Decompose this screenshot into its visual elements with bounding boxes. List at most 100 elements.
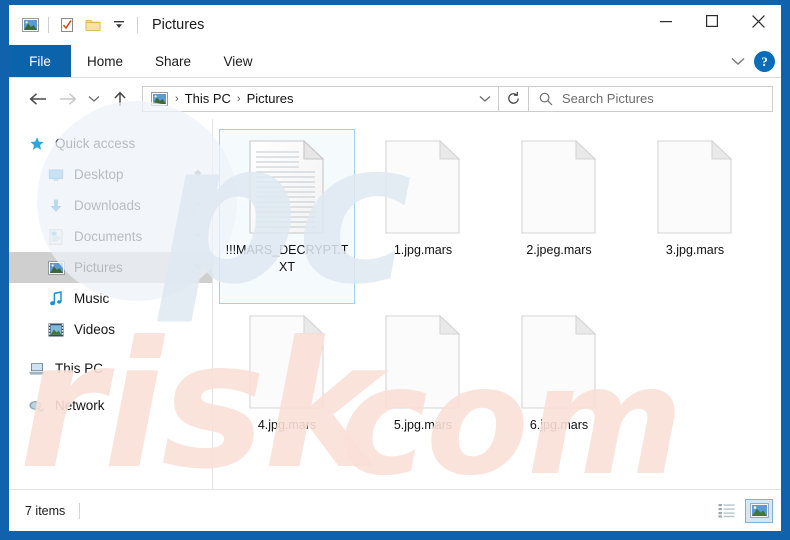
file-name: 5.jpg.mars bbox=[393, 418, 453, 432]
pc-icon bbox=[27, 359, 47, 379]
navigation-pane: Quick access Desktop Downloads Documents… bbox=[9, 119, 213, 489]
blank-file-icon bbox=[657, 139, 733, 234]
documents-icon bbox=[46, 227, 66, 247]
blank-file-icon bbox=[521, 314, 597, 409]
file-item-4[interactable]: 4.jpg.mars bbox=[219, 304, 355, 479]
pictures-folder-icon[interactable] bbox=[17, 12, 43, 38]
sidebar-item-music[interactable]: Music bbox=[9, 283, 212, 314]
item-count: 7 items bbox=[25, 503, 66, 518]
tab-share[interactable]: Share bbox=[139, 45, 207, 77]
search-input[interactable]: Search Pictures bbox=[529, 85, 773, 112]
sidebar-item-label: Videos bbox=[74, 322, 116, 337]
sidebar-item-label: Pictures bbox=[74, 260, 123, 275]
text-file-icon bbox=[249, 139, 325, 234]
file-explorer-window: Pictures File Home Share View ? › This P… bbox=[8, 4, 782, 532]
download-icon bbox=[46, 196, 66, 216]
blank-file-icon bbox=[249, 314, 325, 409]
breadcrumb-item-pictures[interactable]: Pictures bbox=[244, 91, 297, 106]
sidebar-item-videos[interactable]: Videos bbox=[9, 314, 212, 345]
customize-qat-icon[interactable] bbox=[106, 12, 132, 38]
breadcrumb-separator-1: › bbox=[175, 92, 179, 105]
sidebar-item-downloads[interactable]: Downloads bbox=[9, 190, 212, 221]
tab-home[interactable]: Home bbox=[71, 45, 139, 77]
tab-file[interactable]: File bbox=[9, 45, 71, 77]
large-icons-view-button[interactable] bbox=[745, 498, 773, 523]
details-view-button[interactable] bbox=[712, 499, 740, 523]
status-divider bbox=[79, 502, 81, 519]
up-button[interactable] bbox=[105, 84, 135, 114]
forward-button[interactable] bbox=[53, 84, 83, 114]
address-bar: › This PC › Pictures Search Pictures bbox=[9, 78, 781, 119]
sidebar-item-label: Downloads bbox=[74, 198, 141, 213]
qat-divider-2 bbox=[137, 17, 138, 33]
properties-icon[interactable] bbox=[54, 12, 80, 38]
sidebar-item-network[interactable]: Network bbox=[9, 390, 212, 421]
view-toggle-group bbox=[712, 498, 773, 523]
pin-icon[interactable] bbox=[188, 167, 204, 183]
qat-divider-1 bbox=[48, 17, 49, 33]
file-name: 3.jpg.mars bbox=[665, 243, 725, 257]
expand-ribbon-icon[interactable] bbox=[731, 57, 745, 66]
maximize-button[interactable] bbox=[689, 5, 735, 37]
ribbon-right-controls: ? bbox=[731, 45, 775, 78]
refresh-button[interactable] bbox=[499, 85, 529, 112]
music-icon bbox=[46, 289, 66, 309]
pin-icon[interactable] bbox=[188, 260, 204, 276]
window-title: Pictures bbox=[152, 17, 205, 33]
tab-view[interactable]: View bbox=[207, 45, 269, 77]
file-item-6[interactable]: 6.jpg.mars bbox=[491, 304, 627, 479]
breadcrumb: › This PC › Pictures bbox=[143, 91, 472, 106]
file-name: 4.jpg.mars bbox=[257, 418, 317, 432]
blank-file-icon bbox=[385, 314, 461, 409]
file-name: 6.jpg.mars bbox=[529, 418, 589, 432]
back-button[interactable] bbox=[23, 84, 53, 114]
pictures-icon bbox=[46, 258, 66, 278]
title-bar: Pictures bbox=[9, 5, 781, 45]
sidebar-item-label: Network bbox=[55, 398, 105, 413]
sidebar-item-label: Desktop bbox=[74, 167, 124, 182]
file-name: 1.jpg.mars bbox=[393, 243, 453, 257]
star-icon bbox=[27, 134, 47, 154]
sidebar-item-label: This PC bbox=[55, 361, 104, 376]
videos-icon bbox=[46, 320, 66, 340]
search-icon bbox=[539, 92, 553, 106]
explorer-body: Quick access Desktop Downloads Documents… bbox=[9, 119, 781, 489]
pin-icon[interactable] bbox=[188, 229, 204, 245]
sidebar-item-quick-access[interactable]: Quick access bbox=[9, 128, 212, 159]
minimize-button[interactable] bbox=[643, 5, 689, 37]
file-list-view[interactable]: !!!MARS_DECRYPT.TXT 1.jpg.mars 2.jpeg.ma… bbox=[213, 119, 781, 489]
file-item-mars-decrypt[interactable]: !!!MARS_DECRYPT.TXT bbox=[219, 129, 355, 304]
desktop-icon bbox=[46, 165, 66, 185]
pictures-icon bbox=[151, 91, 168, 106]
file-name: !!!MARS_DECRYPT.TXT bbox=[225, 243, 349, 274]
pin-icon[interactable] bbox=[188, 198, 204, 214]
ribbon-tab-bar: File Home Share View ? bbox=[9, 45, 781, 78]
breadcrumb-bar[interactable]: › This PC › Pictures bbox=[142, 85, 499, 112]
network-icon bbox=[27, 396, 47, 416]
file-item-5[interactable]: 5.jpg.mars bbox=[355, 304, 491, 479]
file-item-1[interactable]: 1.jpg.mars bbox=[355, 129, 491, 304]
file-grid: !!!MARS_DECRYPT.TXT 1.jpg.mars 2.jpeg.ma… bbox=[219, 129, 781, 479]
search-placeholder: Search Pictures bbox=[562, 91, 654, 106]
sidebar-item-label: Documents bbox=[74, 229, 143, 244]
breadcrumb-separator-2: › bbox=[236, 92, 241, 105]
blank-file-icon bbox=[385, 139, 461, 234]
new-folder-icon[interactable] bbox=[80, 12, 106, 38]
quick-access-toolbar bbox=[9, 12, 143, 38]
sidebar-item-documents[interactable]: Documents bbox=[9, 221, 212, 252]
window-controls bbox=[643, 5, 781, 37]
sidebar-item-label: Music bbox=[74, 291, 110, 306]
breadcrumb-item-this-pc[interactable]: This PC bbox=[182, 91, 234, 106]
file-name: 2.jpeg.mars bbox=[526, 243, 592, 257]
sidebar-item-desktop[interactable]: Desktop bbox=[9, 159, 212, 190]
help-icon[interactable]: ? bbox=[754, 51, 775, 72]
close-button[interactable] bbox=[735, 5, 781, 37]
sidebar-item-pictures[interactable]: Pictures bbox=[9, 252, 212, 283]
breadcrumb-dropdown-icon[interactable] bbox=[472, 87, 498, 111]
sidebar-item-label: Quick access bbox=[55, 136, 136, 151]
file-item-2[interactable]: 2.jpeg.mars bbox=[491, 129, 627, 304]
sidebar-item-this-pc[interactable]: This PC bbox=[9, 353, 212, 384]
recent-locations-button[interactable] bbox=[83, 84, 105, 114]
blank-file-icon bbox=[521, 139, 597, 234]
file-item-3[interactable]: 3.jpg.mars bbox=[627, 129, 763, 304]
